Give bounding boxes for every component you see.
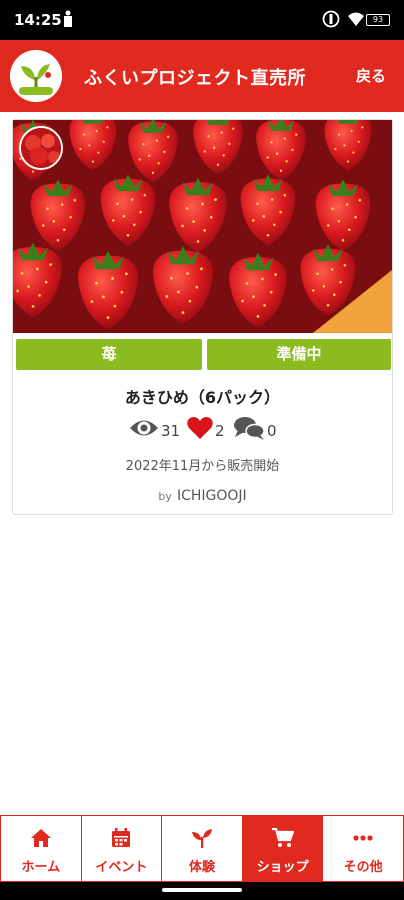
nav-experience[interactable]: 体験 <box>161 815 242 882</box>
release-date: 2022年11月から販売開始 <box>125 459 280 474</box>
sprout-icon <box>191 829 212 848</box>
nav-experience-label: 体験 <box>188 860 215 875</box>
status-time: 14:25 <box>14 11 62 29</box>
nav-other[interactable]: その他 <box>322 815 404 882</box>
more-icon <box>353 835 373 841</box>
nav-home[interactable]: ホーム <box>0 815 81 882</box>
heart-icon[interactable] <box>187 416 213 440</box>
sprout-logo-icon <box>10 50 62 102</box>
like-count: 2 <box>215 422 225 440</box>
by-label: by <box>158 490 172 503</box>
category-tag: 苺 <box>16 339 202 370</box>
nav-shop-label: ショップ <box>256 860 309 875</box>
author-name[interactable]: ICHIGOOJI <box>177 488 247 504</box>
nav-home-label: ホーム <box>21 860 61 875</box>
comment-count: 0 <box>267 422 277 440</box>
battery-level: 93 <box>372 15 384 24</box>
wifi-icon <box>348 12 364 26</box>
seller-avatar[interactable] <box>19 126 63 170</box>
battery-icon: 93 <box>366 14 390 26</box>
calendar-icon <box>112 828 131 847</box>
page-title: ふくいプロジェクト直売所 <box>84 68 306 89</box>
back-button[interactable]: 戻る <box>356 65 386 86</box>
bottom-nav: ホーム イベント 体験 ショップ その他 <box>0 815 404 882</box>
home-icon <box>30 829 51 847</box>
status-bar: 14:25 93 <box>0 0 404 40</box>
status-tag: 準備中 <box>207 339 391 370</box>
app-header: ふくいプロジェクト直売所 戻る <box>0 40 404 112</box>
nav-shop[interactable]: ショップ <box>241 815 323 882</box>
view-count: 31 <box>161 422 181 440</box>
cart-icon <box>271 828 294 847</box>
nav-event[interactable]: イベント <box>80 815 162 882</box>
silent-icon <box>322 10 340 28</box>
author-byline: by ICHIGOOJI <box>13 485 392 504</box>
comments-icon[interactable] <box>233 416 265 440</box>
notification-icon <box>64 10 72 27</box>
product-name: あきひめ（6パック） <box>124 388 281 407</box>
nav-event-label: イベント <box>95 860 148 875</box>
eye-icon <box>130 420 158 436</box>
product-card[interactable]: 苺 準備中 あきひめ（6パック） 31 2 0 2022年11月から販売開始 b… <box>12 119 393 515</box>
gesture-handle[interactable] <box>162 888 242 892</box>
nav-other-label: その他 <box>343 860 383 875</box>
product-photo[interactable] <box>13 120 392 333</box>
product-stats: 31 2 0 <box>129 416 289 442</box>
